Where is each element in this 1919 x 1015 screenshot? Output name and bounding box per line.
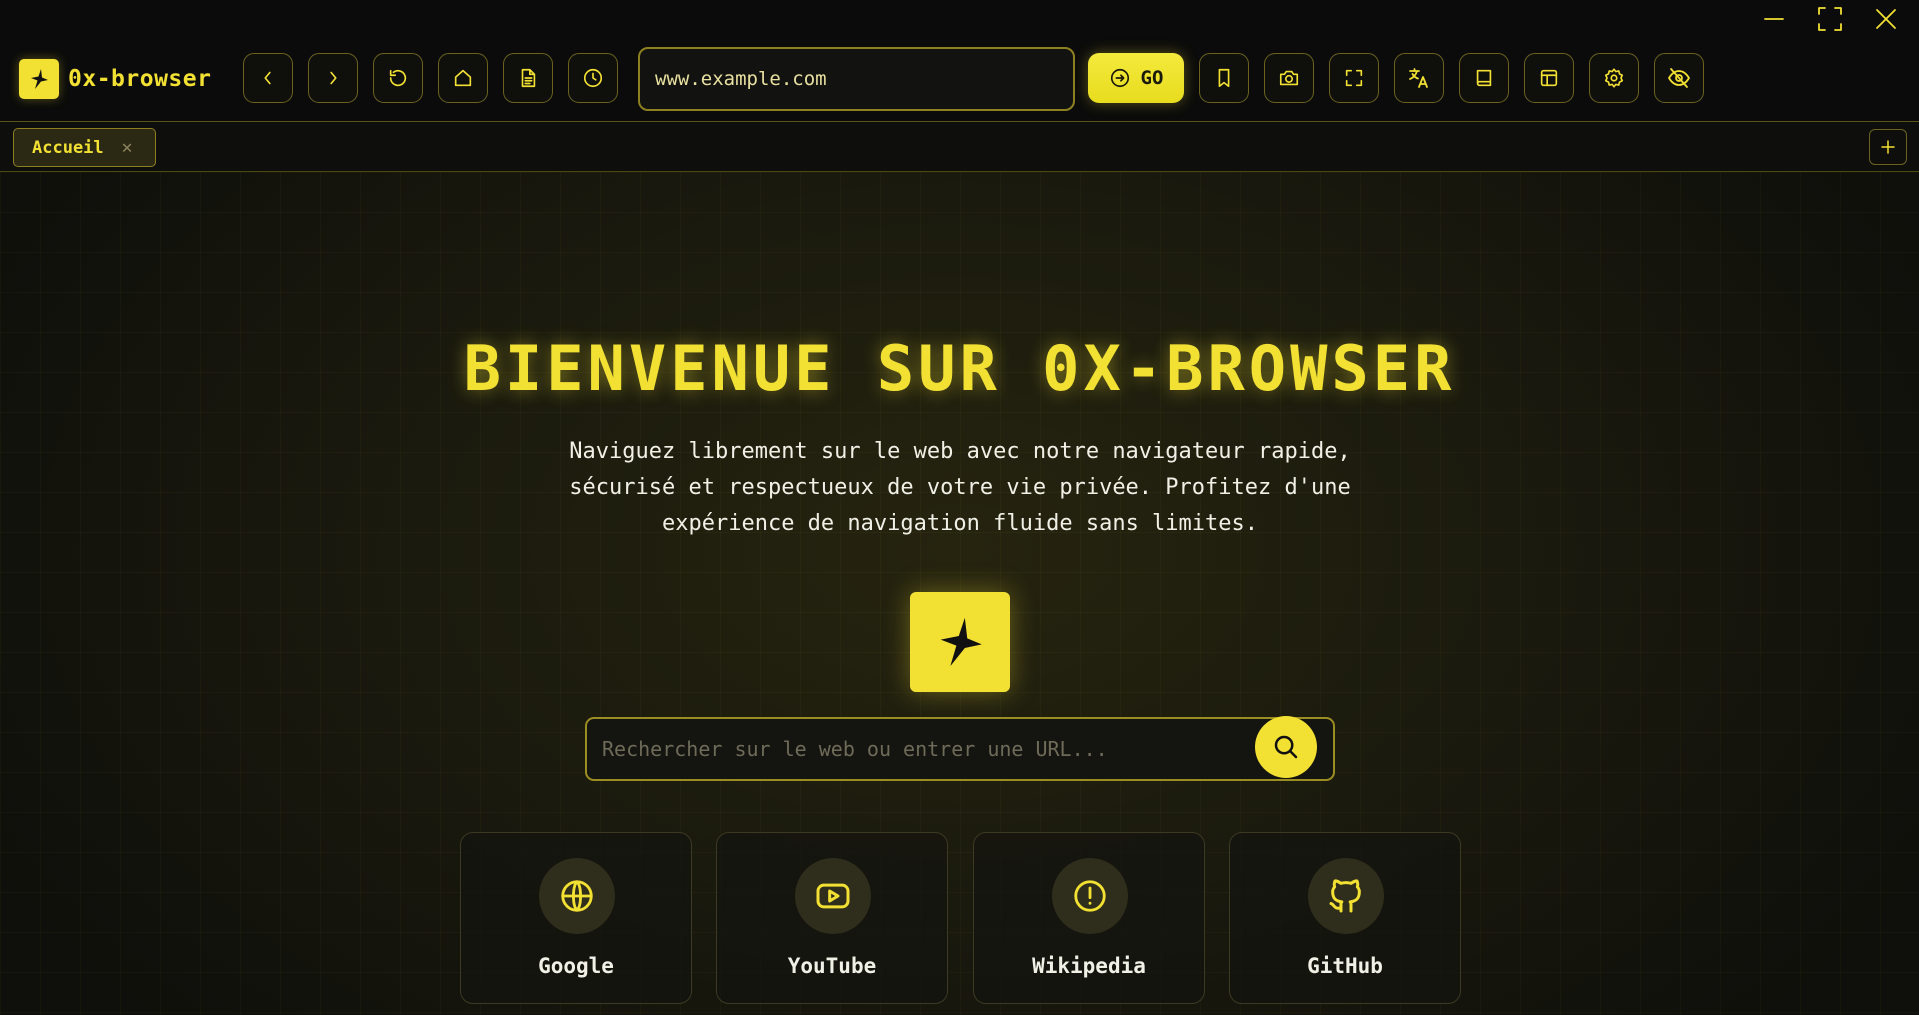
tab-label: Accueil: [32, 137, 104, 158]
tab-accueil[interactable]: Accueil ✕: [13, 128, 156, 167]
gear-icon: [1604, 68, 1624, 88]
camera-icon: [1279, 70, 1299, 86]
back-button[interactable]: [243, 53, 293, 103]
chevron-left-icon: [264, 71, 271, 85]
settings-button[interactable]: [1589, 53, 1639, 103]
app-name: 0x-browser: [68, 66, 212, 92]
new-tab-button[interactable]: [1869, 129, 1907, 165]
privacy-button[interactable]: [1654, 53, 1704, 103]
window-controls: [1757, 0, 1919, 38]
info-icon: [1052, 858, 1128, 934]
chevron-right-icon: [330, 71, 337, 85]
quick-link-label: Wikipedia: [1032, 954, 1146, 978]
quick-link-youtube[interactable]: YouTube: [716, 832, 948, 1004]
bookmark-button[interactable]: [1199, 53, 1249, 103]
go-label: GO: [1140, 67, 1164, 89]
tab-close-icon[interactable]: ✕: [122, 137, 133, 158]
translate-button[interactable]: [1394, 53, 1444, 103]
brand[interactable]: 0x-browser: [19, 59, 211, 99]
eye-off-icon: [1668, 68, 1690, 88]
layout-icon: [1540, 69, 1558, 87]
url-bar[interactable]: [638, 47, 1075, 111]
search-icon: [1274, 735, 1298, 759]
sparkle-logo-icon: [910, 592, 1010, 692]
search-button[interactable]: [1255, 716, 1317, 778]
search-input[interactable]: [602, 737, 1242, 761]
start-page: BIENVENUE SUR 0X-BROWSER Naviguez librem…: [0, 172, 1919, 1015]
home-icon: [454, 69, 472, 87]
translate-icon: [1409, 68, 1428, 88]
url-input[interactable]: [655, 68, 1073, 90]
history-button[interactable]: [568, 53, 618, 103]
plus-icon: [1881, 140, 1895, 154]
page-subtitle: Naviguez librement sur le web avec notre…: [569, 439, 1351, 536]
history-icon: [583, 68, 603, 88]
layout-button[interactable]: [1524, 53, 1574, 103]
arrow-circle-right-icon: [1110, 68, 1129, 88]
quick-link-google[interactable]: Google: [460, 832, 692, 1004]
bookmark-icon: [1218, 68, 1230, 88]
page-title: BIENVENUE SUR 0X-BROWSER: [463, 332, 1456, 405]
maximize-icon[interactable]: [1813, 2, 1847, 36]
tab-bar: Accueil ✕: [0, 122, 1919, 172]
quick-link-label: YouTube: [787, 954, 877, 978]
go-button[interactable]: GO: [1088, 53, 1184, 103]
reload-button[interactable]: [373, 53, 423, 103]
globe-icon: [539, 858, 615, 934]
sparkle-logo-icon: [19, 59, 59, 99]
forward-button[interactable]: [308, 53, 358, 103]
quick-link-wikipedia[interactable]: Wikipedia: [973, 832, 1205, 1004]
youtube-icon: [795, 858, 871, 934]
search-box[interactable]: [585, 716, 1335, 781]
toolbar: 0x-browser GO: [0, 0, 1919, 122]
quick-link-label: GitHub: [1307, 954, 1383, 978]
screenshot-button[interactable]: [1264, 53, 1314, 103]
document-icon: [521, 68, 536, 88]
quick-link-label: Google: [538, 954, 614, 978]
reload-icon: [389, 69, 407, 87]
github-icon: [1308, 858, 1384, 934]
reader-button[interactable]: [1459, 53, 1509, 103]
book-icon: [1476, 69, 1492, 87]
quick-link-github[interactable]: GitHub: [1229, 832, 1461, 1004]
document-button[interactable]: [503, 53, 553, 103]
fullscreen-button[interactable]: [1329, 53, 1379, 103]
minimize-icon[interactable]: [1757, 2, 1791, 36]
close-icon[interactable]: [1869, 2, 1903, 36]
home-button[interactable]: [438, 53, 488, 103]
fullscreen-icon: [1345, 69, 1363, 87]
